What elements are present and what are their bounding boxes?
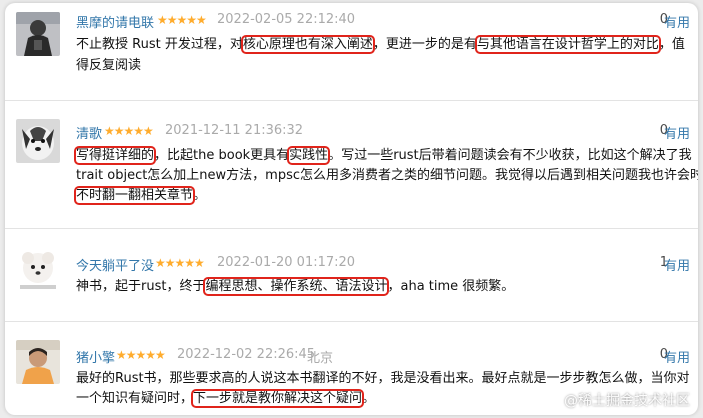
review-text: 最好的Rust书，那些要求高的人说这本书翻译的不好，我是没看出来。最好点就是一步… (76, 371, 690, 386)
review-location: 北京 (307, 351, 334, 366)
review-time: 2022-01-20 01:17:20 (217, 255, 356, 270)
review-line: 写得挺详细的，比起the book更具有实践性。写过一些rust后带着问题读会有… (73, 146, 692, 166)
avatar[interactable] (16, 340, 60, 384)
review-text: 神书，起于rust，终于 (76, 279, 206, 294)
useful-button[interactable]: 有用 (664, 347, 690, 366)
review-text: ，值 (658, 37, 685, 52)
review-line: trait object怎么加上new方法，mpsc怎么用多消费者之类的细节问题… (76, 166, 698, 186)
highlighted-phrase: 写得挺详细的 (73, 146, 157, 165)
divider (5, 228, 698, 229)
review-line: 最好的Rust书，那些要求高的人说这本书翻译的不好，我是没看出来。最好点就是一步… (76, 369, 690, 389)
review-text: 。 (193, 188, 207, 203)
review-line: 一个知识有疑问时，下一步就是教你解决这个疑问。 (76, 389, 375, 409)
highlighted-phrase: 下一步就是教你解决这个疑问 (191, 389, 365, 408)
reviewer-name[interactable]: 黑摩的请电联 (76, 12, 154, 31)
rating-stars: ★★★★★ (116, 348, 166, 362)
review-line: 神书，起于rust，终于编程思想、操作系统、语法设计，aha time 很频繁。 (76, 277, 514, 297)
highlighted-phrase: 编程思想、操作系统、语法设计 (203, 277, 390, 296)
avatar[interactable] (16, 12, 60, 56)
rating-stars: ★★★★★ (104, 124, 154, 138)
useful-button[interactable]: 有用 (664, 255, 690, 274)
review-text: ，更进一步的是有 (372, 37, 477, 52)
reviewer-name[interactable]: 清歌 (76, 123, 102, 142)
watermark: @稀土掘金技术社区 (564, 393, 690, 409)
review-text: 一个知识有疑问时， (76, 391, 194, 406)
review-text: 。写过一些rust后带着问题读会有不少收获，比如这个解决了我 (328, 148, 692, 163)
divider (5, 100, 698, 101)
rating-stars: ★★★★★ (155, 256, 205, 270)
review-line: 得反复阅读 (76, 56, 141, 76)
review-line: 不时翻一翻相关章节。 (73, 186, 207, 206)
review-text: 不止教授 Rust 开发过程，对 (76, 37, 243, 52)
highlighted-phrase: 不时翻一翻相关章节 (73, 186, 196, 205)
review-time: 2021-12-11 21:36:32 (165, 123, 304, 138)
reviewer-name[interactable]: 今天躺平了没 (76, 255, 154, 274)
review-text: ，aha time 很频繁。 (387, 279, 515, 294)
rating-stars: ★★★★★ (157, 13, 207, 27)
highlighted-phrase: 与其他语言在设计哲学上的对比 (474, 35, 661, 54)
reviewer-name[interactable]: 猪小擎 (76, 347, 115, 366)
review-text: ，比起the book更具有 (154, 148, 290, 163)
highlighted-phrase: 实践性 (287, 146, 331, 165)
review-text: 。 (362, 391, 376, 406)
review-text: trait object怎么加上new方法，mpsc怎么用多消费者之类的细节问题… (76, 168, 698, 183)
useful-button[interactable]: 有用 (664, 12, 690, 31)
useful-button[interactable]: 有用 (664, 123, 690, 142)
review-line: 不止教授 Rust 开发过程，对核心原理也有深入阐述，更进一步的是有与其他语言在… (76, 35, 685, 55)
avatar[interactable] (16, 119, 60, 163)
comment-list-card: 黑摩的请电联 ★★★★★ 2022-02-05 22:12:40 0 有用 不止… (5, 3, 698, 415)
review-text: 得反复阅读 (76, 58, 142, 73)
highlighted-phrase: 核心原理也有深入阐述 (240, 35, 375, 54)
review-time: 2022-02-05 22:12:40 (217, 12, 356, 27)
review-time: 2022-12-02 22:26:45 (177, 347, 316, 362)
avatar[interactable] (16, 248, 60, 292)
divider (5, 321, 698, 322)
